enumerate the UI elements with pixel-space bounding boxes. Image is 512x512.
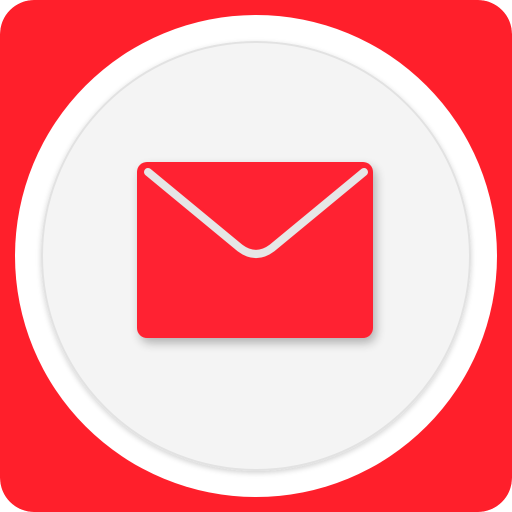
mail-envelope-icon bbox=[137, 162, 373, 338]
mail-app-icon[interactable] bbox=[0, 0, 512, 512]
mail-app-icon-graphic bbox=[0, 0, 512, 512]
